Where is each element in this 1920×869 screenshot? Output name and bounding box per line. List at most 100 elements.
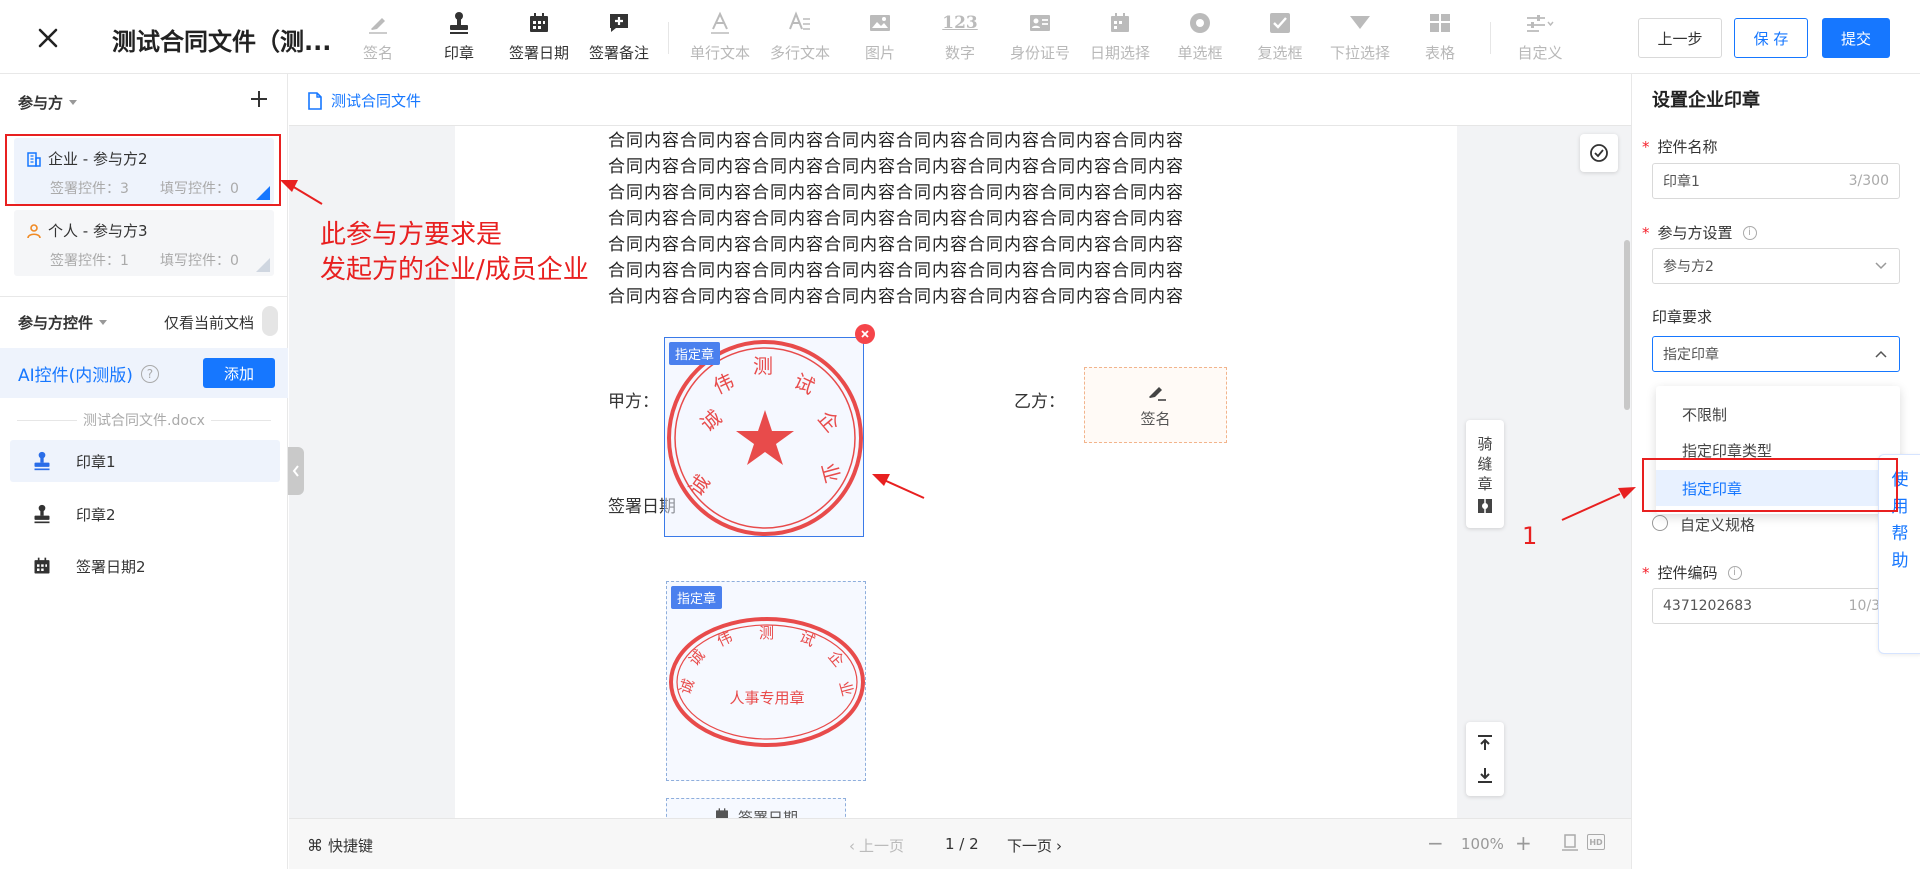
seal-tag: 指定章 [671,586,723,609]
tool-single-text[interactable]: 单行文本 [684,10,756,64]
minus-icon: − [1427,831,1444,855]
checkbox-icon [1268,10,1292,36]
seal-requirement-label: 印章要求 [1652,308,1713,326]
scroll-bottom-icon[interactable] [1476,766,1494,784]
file-name: 测试合同文件.docx [83,413,205,429]
document-scrollbar[interactable] [1624,240,1630,410]
riding-seal-label: 骑缝章 [1477,435,1493,493]
close-button[interactable] [30,20,66,56]
content-line: 合同内容合同内容合同内容合同内容合同内容合同内容合同内容合同内容 [608,183,1184,203]
control-item-seal2[interactable]: 印章2 [10,493,280,535]
tool-number[interactable]: 123 数字 [924,10,996,64]
info-icon[interactable]: i [1727,565,1742,580]
tool-sign-date[interactable]: 签署日期 [503,10,575,64]
control-label: 印章1 [76,452,116,471]
tool-id-card[interactable]: 身份证号 [1004,10,1076,64]
divider [0,296,288,297]
signature-field[interactable]: 签名 [1084,367,1227,443]
tool-custom[interactable]: 自定义 [1504,10,1576,64]
seal-requirement-select[interactable]: 指定印章 [1652,336,1900,372]
control-code-input[interactable]: 4371202683 10/32 [1652,588,1900,624]
char-count: 3/300 [1848,173,1889,189]
seal-control-1[interactable]: 诚 诚 伟 测 试 企 业 指定章 [664,337,864,537]
party-a-label: 甲方： [608,392,659,412]
custom-spec-radio[interactable] [1652,515,1668,531]
riding-seal-button[interactable]: 骑缝章 [1466,420,1504,528]
tool-label: 表格 [1424,44,1455,62]
check-button[interactable] [1580,134,1618,172]
prev-step-button[interactable]: 上一步 [1638,18,1722,58]
help-circle-icon[interactable]: ? [140,364,159,383]
tool-label: 单选框 [1177,44,1223,62]
tool-label: 自定义 [1517,44,1563,62]
prev-page-button[interactable]: ‹ 上一页 [849,835,904,856]
seal-center-text: 人事专用章 [729,689,805,707]
required-mark: * [1642,563,1650,582]
party-b-label: 乙方： [1014,392,1065,412]
next-page-button[interactable]: 下一页 › [1007,835,1062,856]
custom-spec-label: 自定义规格 [1680,516,1756,534]
add-ai-control-button[interactable]: 添加 [203,358,275,388]
command-icon: ⌘ [307,836,323,855]
seal-char: 测 [759,624,775,642]
document-tab-label: 测试合同文件 [331,92,422,110]
tool-image[interactable]: 图片 [844,10,916,64]
only-current-doc-toggle[interactable] [262,306,278,336]
scroll-top-icon[interactable] [1476,734,1494,752]
prev-page-label: 上一页 [859,837,905,855]
shortcut-button[interactable]: ⌘ 快捷键 [307,835,373,856]
only-current-doc-label: 仅看当前文档 [164,314,255,332]
tool-checkbox[interactable]: 复选框 [1244,10,1316,64]
tool-table[interactable]: 表格 [1404,10,1476,64]
radio-icon [1188,10,1212,36]
tool-stamp[interactable]: 印章 [423,10,495,64]
tool-sign-note[interactable]: 签署备注 [583,10,655,64]
tool-multi-text[interactable]: 多行文本 [764,10,836,64]
chevron-left-icon [292,465,299,477]
save-button[interactable]: 保 存 [1734,18,1808,58]
remove-seal-button[interactable] [855,324,875,344]
participants-header[interactable]: 参与方 [18,92,78,113]
collapse-panel-handle[interactable] [288,447,304,495]
controls-header[interactable]: 参与方控件 [18,312,108,333]
sign-date-field[interactable]: 签署日期 [666,798,846,818]
control-name-input[interactable]: 印章1 3/300 [1652,163,1900,199]
control-label: 印章2 [76,505,116,524]
info-icon[interactable]: i [1742,225,1757,240]
ai-control-bar: AI控件(内测版) ? 添加 [0,348,288,398]
document-tab[interactable]: 测试合同文件 [307,90,421,111]
chevron-left-icon: ‹ [849,836,855,855]
tool-date-select[interactable]: 日期选择 [1084,10,1156,64]
text-a-icon [708,10,732,36]
hd-toggle-button[interactable]: HD [1587,834,1605,850]
annotation-note-line1: 此参与方要求是 [320,220,503,250]
corner-mark [256,258,270,272]
submit-button[interactable]: 提交 [1822,18,1890,58]
signature-field-label: 签名 [1140,409,1171,428]
help-char: 助 [1891,551,1909,571]
control-item-seal1[interactable]: 印章1 [10,440,280,482]
tool-label: 印章 [443,44,474,62]
option-unlimited[interactable]: 不限制 [1656,396,1900,432]
tool-label: 单行文本 [689,44,750,62]
participant-select[interactable]: 参与方2 [1652,248,1900,284]
plus-icon: + [1515,831,1532,855]
control-item-sign-date2[interactable]: 签署日期2 [10,545,280,587]
tool-signature[interactable]: 签名 [342,10,414,64]
zoom-out-button[interactable]: − [1427,831,1444,855]
zoom-in-button[interactable]: + [1515,831,1532,855]
dropdown-icon [1348,10,1372,36]
fit-width-button[interactable] [1561,834,1579,852]
seal-control-2[interactable]: 诚 诚 伟 测 试 企 业 人事专用章 指定章 [666,581,866,781]
participant-setting-label: 参与方设置 [1657,224,1733,242]
tool-dropdown[interactable]: 下拉选择 [1324,10,1396,64]
document-title: 测试合同文件（测... [112,28,332,56]
participant-card-person[interactable]: 个人 - 参与方3 签署控件：1 填写控件：0 [14,210,274,276]
tool-label: 签署日期 [508,44,569,62]
tool-radio[interactable]: 单选框 [1164,10,1236,64]
id-card-icon [1028,10,1052,36]
document-footer: ⌘ 快捷键 ‹ 上一页 1 / 2 下一页 › − 100% + HD [289,818,1631,869]
tool-label: 多行文本 [769,44,830,62]
date-select-icon [1108,10,1132,36]
add-participant-button[interactable] [250,90,268,108]
